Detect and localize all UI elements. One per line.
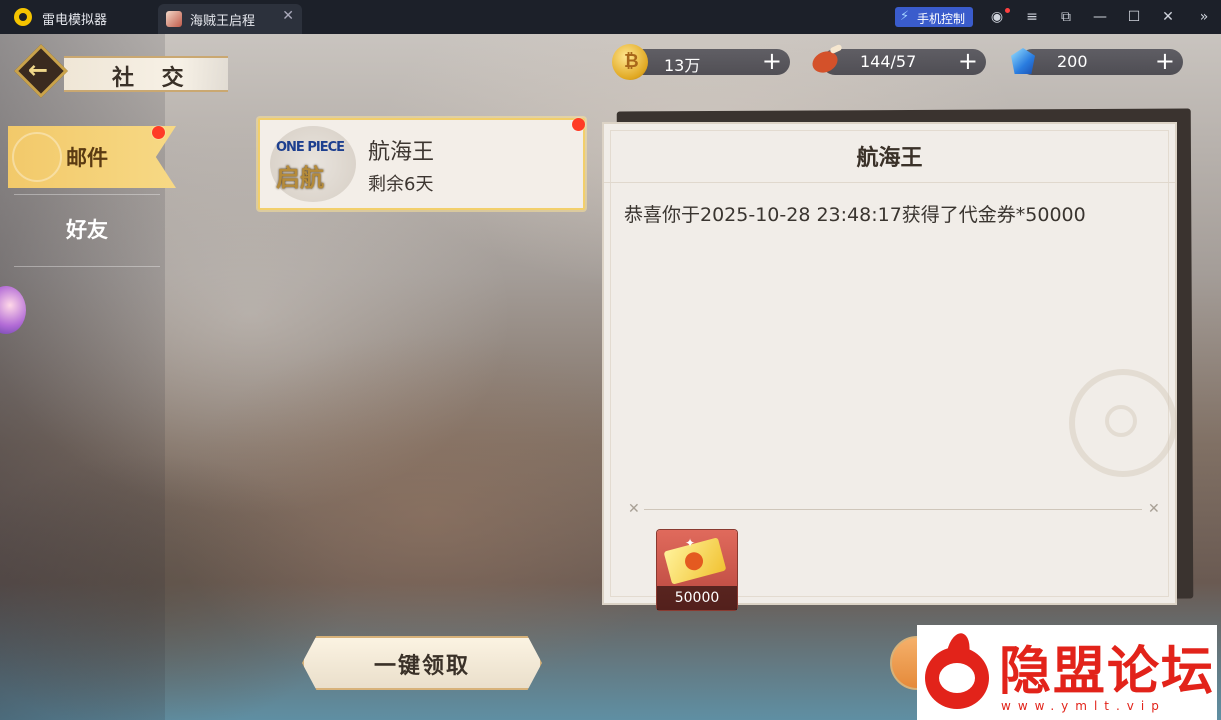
mail-title: 航海王 xyxy=(856,145,923,171)
tab-label: 海贼王启程 xyxy=(190,14,256,29)
ship-wheel-icon xyxy=(12,132,62,182)
mail-detail-panel: 航海王 恭喜你于2025-10-28 23:48:17获得了代金券*50000 … xyxy=(602,122,1177,610)
diamond-gem-icon xyxy=(1005,44,1041,80)
maximize-icon[interactable]: ☐ xyxy=(1125,8,1143,26)
emulator-app-name: 雷电模拟器 xyxy=(42,13,108,28)
unread-dot xyxy=(572,118,585,131)
currency-diamond: 200 + xyxy=(1005,47,1183,75)
back-arrow-icon: ← xyxy=(28,56,49,84)
mail-expiry: 剩余6天 xyxy=(368,174,434,195)
watermark-text: 隐盟论坛 xyxy=(999,641,1216,702)
mail-notification-dot xyxy=(152,126,165,139)
tab-friends[interactable]: 好友 xyxy=(8,198,176,260)
nav-divider xyxy=(14,194,160,195)
currency-value: 144/57 xyxy=(860,52,917,71)
close-tab-icon[interactable]: ✕ xyxy=(282,8,294,24)
currency-gold: ₿ 13万 + xyxy=(612,44,790,80)
title-divider xyxy=(604,182,1175,183)
header-banner: 社 交 xyxy=(64,56,228,92)
currency-stamina: 144/57 + xyxy=(808,43,986,77)
tab-game[interactable]: 海贼王启程 ✕ xyxy=(158,4,302,34)
menu-icon[interactable]: ≡ xyxy=(1023,8,1041,26)
sparkle-icon: ✦ xyxy=(685,536,696,550)
minimize-icon[interactable]: — xyxy=(1091,8,1109,26)
popout-icon[interactable]: ⧉ xyxy=(1057,8,1075,26)
emulator-titlebar: 雷电模拟器 海贼王启程 ✕ ⚡ 手机控制 ◉ ≡ ⧉ — ☐ ✕ » xyxy=(0,0,1221,34)
game-screen: 社 交 ← ₿ 13万 + 144/57 + 200 + 邮件 好友 ONE P… xyxy=(0,34,1221,720)
add-gold-button[interactable]: + xyxy=(762,47,782,75)
tab-mail[interactable]: 邮件 xyxy=(8,126,176,188)
back-button[interactable]: ← xyxy=(14,44,68,98)
lightning-icon: ⚡ xyxy=(900,9,910,24)
flame-logo-icon xyxy=(925,631,991,709)
tab-mail-label: 邮件 xyxy=(66,145,108,170)
add-diamond-button[interactable]: + xyxy=(1155,47,1175,75)
mail-list-item[interactable]: ONE PIECE 启航 航海王 剩余6天 xyxy=(258,118,585,210)
game-tab-icon xyxy=(166,11,182,27)
mail-sender: 航海王 xyxy=(368,140,435,165)
gold-coin-icon: ₿ xyxy=(612,44,648,80)
mail-body: 恭喜你于2025-10-28 23:48:17获得了代金券*50000 xyxy=(624,204,1086,226)
phone-control-label: 手机控制 xyxy=(917,12,966,26)
nav-divider xyxy=(14,266,160,267)
one-piece-logo-icon: ONE PIECE 启航 xyxy=(270,126,356,202)
separator-cross-icon: ✕ xyxy=(628,501,640,517)
collect-all-button[interactable]: 一键领取 xyxy=(302,636,542,690)
add-stamina-button[interactable]: + xyxy=(958,47,978,75)
forum-watermark: 隐盟论坛 www.ymlt.vip xyxy=(917,625,1217,720)
attachment-divider xyxy=(644,509,1142,510)
separator-cross-icon: ✕ xyxy=(1148,501,1160,517)
logo-text-bottom: 启航 xyxy=(276,163,324,192)
ship-wheel-watermark-icon xyxy=(1069,369,1177,477)
currency-value: 200 xyxy=(1057,52,1088,71)
logo-text-top: ONE PIECE xyxy=(276,140,345,155)
currency-value: 13万 xyxy=(664,56,701,75)
emulator-logo-icon xyxy=(14,8,32,26)
user-account-icon[interactable]: ◉ xyxy=(988,8,1006,26)
phone-control-button[interactable]: ⚡ 手机控制 xyxy=(895,7,973,27)
meat-stamina-icon xyxy=(808,43,844,80)
collect-all-label: 一键领取 xyxy=(373,653,470,679)
tab-friends-label: 好友 xyxy=(66,217,108,242)
account-notification-dot xyxy=(1005,8,1010,13)
watermark-url: www.ymlt.vip xyxy=(1001,699,1166,713)
expand-sidebar-icon[interactable]: » xyxy=(1195,8,1213,26)
close-window-icon[interactable]: ✕ xyxy=(1159,8,1177,26)
page-title: 社 交 xyxy=(112,65,194,91)
attachment-item[interactable]: ✦ 50000 xyxy=(657,530,737,610)
attachment-count: 50000 xyxy=(657,586,737,610)
